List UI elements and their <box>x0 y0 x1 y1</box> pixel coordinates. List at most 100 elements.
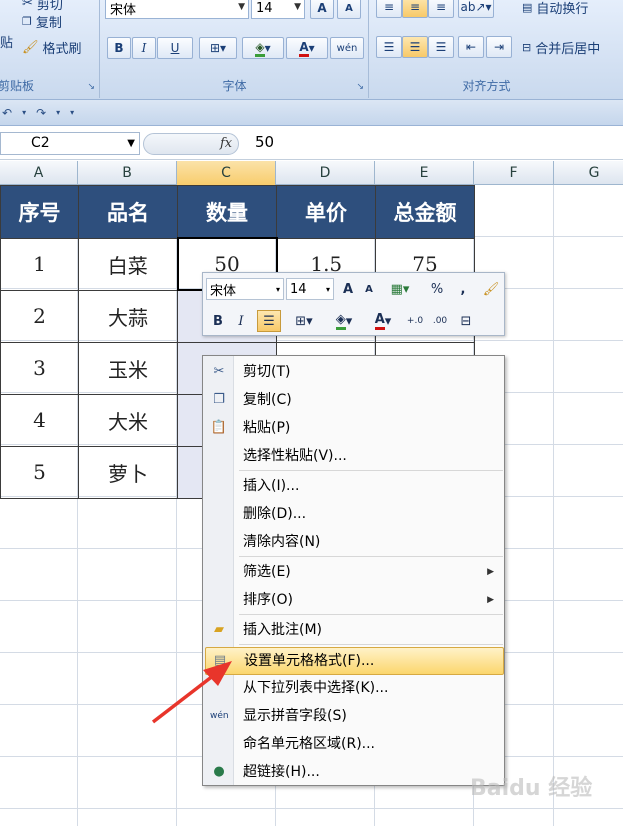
chevron-down-icon[interactable]: ▾ <box>22 108 26 117</box>
header-cell[interactable]: 序号 <box>0 185 79 239</box>
column-header-f[interactable]: F <box>474 161 554 185</box>
mini-percent-button[interactable]: % <box>427 278 447 300</box>
menu-item-show-phonetic[interactable]: wén 显示拼音字段(S) <box>205 703 502 729</box>
menu-item-insert[interactable]: 插入(I)... <box>205 473 502 499</box>
table-cell[interactable]: 萝卜 <box>78 445 178 499</box>
mini-fill-color-button[interactable]: ◈ ▾ <box>325 310 363 332</box>
grow-font-button[interactable]: A <box>310 0 334 19</box>
italic-button[interactable]: I <box>132 37 156 59</box>
increase-indent-icon: ⇥ <box>493 40 505 54</box>
chevron-down-icon[interactable]: ▾ <box>56 108 60 117</box>
column-header-c[interactable]: C <box>177 161 276 185</box>
align-right-button[interactable]: ☰ <box>428 36 454 58</box>
wrap-text-button[interactable]: ▤ 自动换行 <box>522 0 588 17</box>
column-header-d[interactable]: D <box>276 161 375 185</box>
shrink-font-button[interactable]: A <box>337 0 361 19</box>
submenu-arrow-icon: ▶ <box>487 567 494 577</box>
mini-merge-button[interactable]: ⊟ <box>455 310 477 332</box>
mini-increase-decimal-button[interactable]: +.0 <box>404 310 426 332</box>
header-cell[interactable]: 总金额 <box>375 185 475 239</box>
mini-format-painter-button[interactable]: 🖌 <box>480 278 502 300</box>
customize-toolbar-icon[interactable]: ▾ <box>70 108 74 117</box>
clipboard-launcher-icon[interactable]: ↘ <box>87 82 95 92</box>
align-top-button[interactable]: ≡ <box>376 0 402 18</box>
mini-comma-button[interactable]: , <box>455 278 471 300</box>
decrease-indent-button[interactable]: ⇤ <box>458 36 484 58</box>
cut-icon: ✂ <box>22 0 33 11</box>
font-size-select[interactable]: 14 ▼ <box>251 0 305 19</box>
column-header-b[interactable]: B <box>78 161 177 185</box>
border-grid-icon: ⊞▾ <box>295 313 313 329</box>
mini-grow-font-button[interactable]: A <box>338 278 358 300</box>
menu-item-copy[interactable]: ❐ 复制(C) <box>205 387 502 413</box>
menu-item-cut[interactable]: ✂ 剪切(T) <box>205 359 502 385</box>
menu-item-filter[interactable]: 筛选(E) ▶ <box>205 559 502 585</box>
table-cell[interactable]: 1 <box>0 237 79 291</box>
menu-item-define-name[interactable]: 命名单元格区域(R)... <box>205 731 502 757</box>
menu-item-paste[interactable]: 📋 粘贴(P) <box>205 415 502 441</box>
column-header-g[interactable]: G <box>554 161 623 185</box>
mini-bold-button[interactable]: B <box>208 310 228 332</box>
underline-button[interactable]: U <box>157 37 193 59</box>
menu-separator <box>239 556 503 557</box>
chevron-down-icon: ▼ <box>238 2 245 12</box>
align-left-icon: ☰ <box>383 40 395 54</box>
bold-button[interactable]: B <box>107 37 131 59</box>
mini-borders-button[interactable]: ⊞▾ <box>287 310 321 332</box>
column-header-a[interactable]: A <box>0 161 78 185</box>
table-cell[interactable]: 5 <box>0 445 79 499</box>
header-cell[interactable]: 品名 <box>78 185 178 239</box>
mini-currency-button[interactable]: ▦▾ <box>383 278 417 300</box>
fx-icon[interactable]: fx <box>220 136 232 151</box>
table-cell[interactable]: 白菜 <box>78 237 178 291</box>
menu-item-clear-contents[interactable]: 清除内容(N) <box>205 529 502 555</box>
phonetic-guide-button[interactable]: wén <box>330 37 364 59</box>
menu-item-format-cells[interactable]: ▤ 设置单元格格式(F)... <box>205 647 504 675</box>
borders-button[interactable]: ⊞▾ <box>199 37 237 59</box>
mini-italic-button[interactable]: I <box>231 310 251 332</box>
mini-decrease-decimal-button[interactable]: .00 <box>429 310 451 332</box>
hyperlink-icon: ● <box>213 764 225 779</box>
table-cell[interactable]: 大米 <box>78 393 178 447</box>
menu-item-hyperlink[interactable]: ● 超链接(H)... <box>205 759 502 785</box>
font-color-button[interactable]: A ▾ <box>286 37 328 59</box>
mini-shrink-font-button[interactable]: A <box>360 278 378 300</box>
menu-item-paste-special[interactable]: 选择性粘贴(V)... <box>205 443 502 469</box>
copy-button[interactable]: ❐ 复制 <box>22 12 62 31</box>
table-cell[interactable]: 大蒜 <box>78 289 178 343</box>
orientation-button[interactable]: ab↗▾ <box>458 0 494 18</box>
menu-item-pick-from-list[interactable]: 从下拉列表中选择(K)... <box>205 675 502 701</box>
table-cell[interactable]: 2 <box>0 289 79 343</box>
menu-item-sort[interactable]: 排序(O) ▶ <box>205 587 502 613</box>
align-middle-button[interactable]: ≡ <box>402 0 428 18</box>
table-cell[interactable]: 4 <box>0 393 79 447</box>
formula-input[interactable]: 50 <box>255 133 274 151</box>
header-cell[interactable]: 单价 <box>276 185 376 239</box>
redo-icon[interactable]: ↷ <box>36 106 46 120</box>
mini-font-color-button[interactable]: A ▾ <box>365 310 401 332</box>
submenu-arrow-icon: ▶ <box>487 595 494 605</box>
menu-item-insert-comment[interactable]: ▰ 插入批注(M) <box>205 617 502 643</box>
menu-separator <box>239 614 503 615</box>
align-left-button[interactable]: ☰ <box>376 36 402 58</box>
format-painter-button[interactable]: 🖌 格式刷 <box>22 38 82 57</box>
mini-font-select[interactable]: 宋体 ▾ <box>206 278 284 300</box>
name-box[interactable]: C2 ▼ <box>0 132 140 155</box>
mini-size-select[interactable]: 14 ▾ <box>286 278 334 300</box>
align-center-button[interactable]: ☰ <box>402 36 428 58</box>
increase-indent-button[interactable]: ⇥ <box>486 36 512 58</box>
orientation-icon: ab↗▾ <box>460 0 492 14</box>
paste-button[interactable]: 贴 <box>0 32 13 51</box>
border-grid-icon: ⊞▾ <box>209 41 227 55</box>
menu-item-delete[interactable]: 删除(D)... <box>205 501 502 527</box>
header-cell[interactable]: 数量 <box>177 185 277 239</box>
table-cell[interactable]: 3 <box>0 341 79 395</box>
table-cell[interactable]: 玉米 <box>78 341 178 395</box>
merge-center-button[interactable]: ⊟ 合并后居中 <box>522 38 600 57</box>
fill-color-button[interactable]: ◈ ▾ <box>242 37 284 59</box>
mini-center-button[interactable]: ☰ <box>257 310 281 332</box>
align-bottom-button[interactable]: ≡ <box>428 0 454 18</box>
undo-icon[interactable]: ↶ <box>2 106 12 120</box>
column-header-e[interactable]: E <box>375 161 474 185</box>
font-family-select[interactable]: 宋体 ▼ <box>105 0 249 19</box>
